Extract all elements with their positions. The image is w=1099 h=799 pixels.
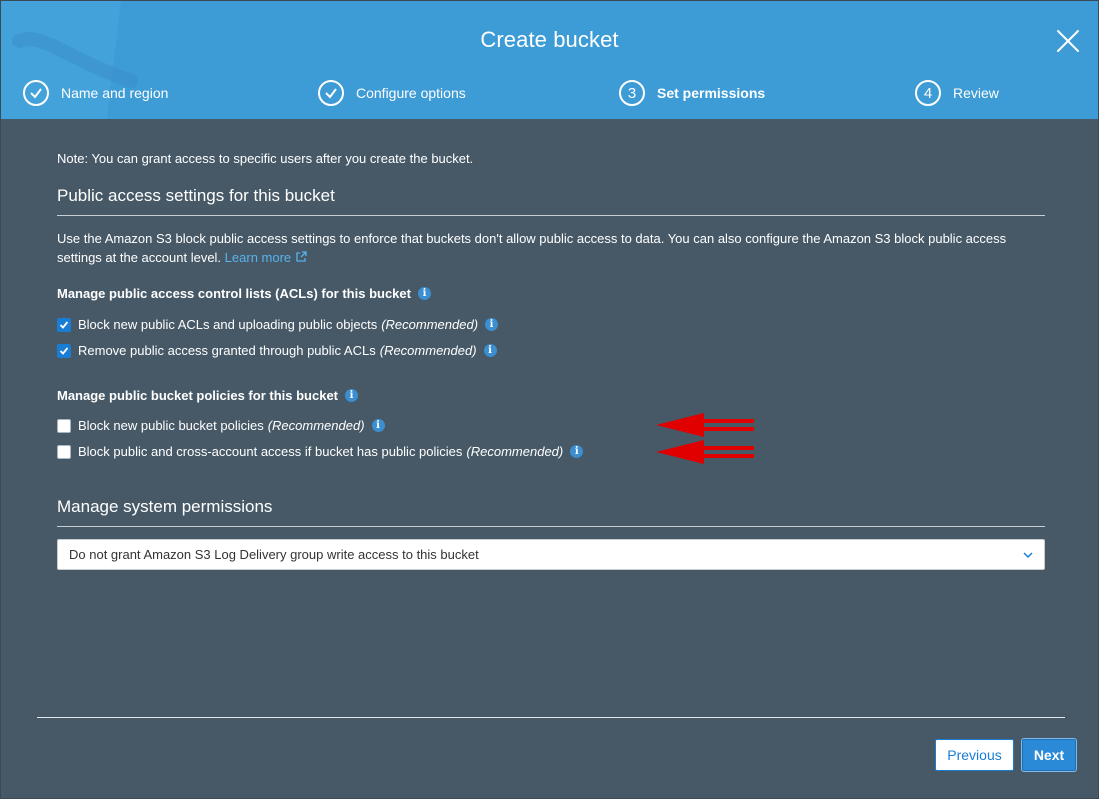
option-block-cross-account-access[interactable]: Block public and cross-account access if… [57,444,584,459]
step-number: 3 [619,80,645,106]
create-bucket-dialog: Create bucket Name and region Configure … [0,0,1099,799]
select-value: Do not grant Amazon S3 Log Delivery grou… [69,547,479,562]
info-icon[interactable]: i [345,389,358,402]
checkmark-icon [318,80,344,106]
step-label: Review [953,85,999,101]
checkbox-checked[interactable] [57,317,71,332]
next-button[interactable]: Next [1022,739,1076,771]
step-label: Set permissions [657,85,766,101]
external-link-icon [296,251,307,262]
option-block-new-bucket-policies[interactable]: Block new public bucket policies (Recomm… [57,418,385,433]
info-icon[interactable]: i [570,445,584,458]
acl-group-title: Manage public access control lists (ACLs… [57,286,431,301]
option-label: Block new public bucket policies [78,418,264,433]
info-icon[interactable]: i [485,318,499,331]
recommended-tag: (Recommended) [381,317,479,332]
log-delivery-select[interactable]: Do not grant Amazon S3 Log Delivery grou… [57,539,1045,570]
checkbox-unchecked[interactable] [57,444,71,459]
divider [57,215,1045,216]
option-remove-public-acls[interactable]: Remove public access granted through pub… [57,343,497,358]
divider [57,526,1045,527]
public-access-description: Use the Amazon S3 block public access se… [57,229,1027,267]
section-title-public-access: Public access settings for this bucket [57,186,335,205]
dialog-header: Create bucket Name and region Configure … [1,1,1098,119]
section-title-system-permissions: Manage system permissions [57,497,273,516]
info-icon[interactable]: i [417,287,431,300]
recommended-tag: (Recommended) [379,343,477,358]
policy-group-title: Manage public bucket policies for this b… [57,388,358,403]
note-text: Note: You can grant access to specific u… [57,151,474,166]
annotation-arrow-icon [656,413,754,437]
step-configure-options[interactable]: Configure options [318,80,466,106]
chevron-down-icon [1023,552,1033,559]
dialog-title: Create bucket [480,27,619,52]
annotation-arrow-icon [656,440,754,464]
description-text: Use the Amazon S3 block public access se… [57,231,1007,265]
option-block-new-public-acls[interactable]: Block new public ACLs and uploading publ… [57,317,499,332]
step-label: Name and region [61,85,169,101]
info-icon[interactable]: i [483,344,497,357]
learn-more-link[interactable]: Learn more [225,250,307,265]
step-set-permissions[interactable]: 3 Set permissions [619,80,765,106]
checkbox-unchecked[interactable] [57,418,71,433]
close-icon[interactable] [1056,29,1080,53]
step-number: 4 [915,80,941,106]
checkbox-checked[interactable] [57,343,71,358]
option-label: Block public and cross-account access if… [78,444,463,459]
previous-button[interactable]: Previous [935,739,1014,771]
checkmark-icon [23,80,49,106]
step-review[interactable]: 4 Review [915,80,999,106]
step-label: Configure options [356,85,466,101]
recommended-tag: (Recommended) [267,418,365,433]
info-icon[interactable]: i [371,419,385,432]
step-name-and-region[interactable]: Name and region [23,80,168,106]
footer-divider [37,717,1065,718]
recommended-tag: (Recommended) [466,444,564,459]
option-label: Remove public access granted through pub… [78,343,376,358]
option-label: Block new public ACLs and uploading publ… [78,317,378,332]
